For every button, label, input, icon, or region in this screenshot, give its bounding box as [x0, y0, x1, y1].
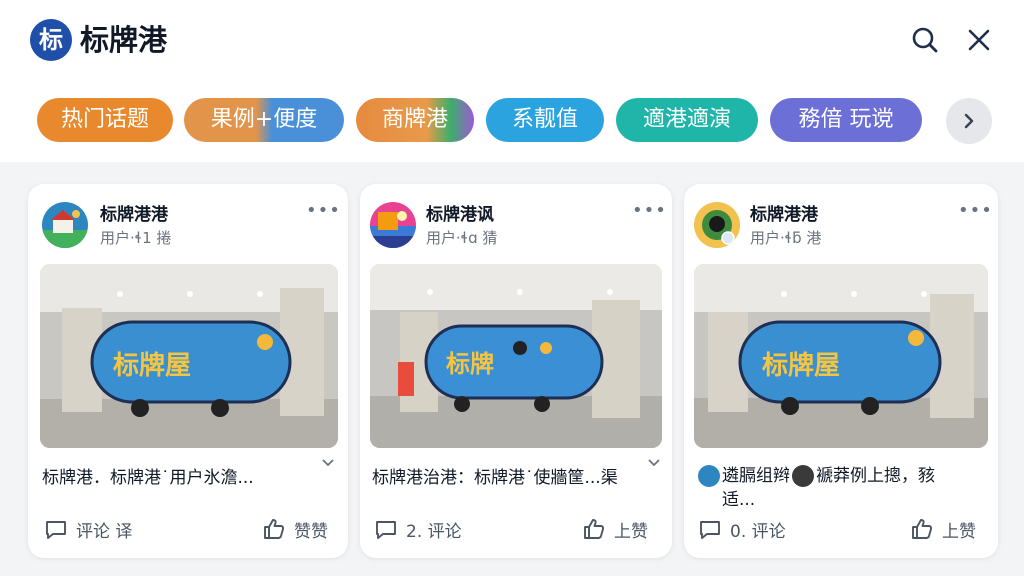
author-name[interactable]: 标牌港港: [100, 204, 168, 226]
search-icon[interactable]: [908, 22, 942, 58]
avatar[interactable]: [370, 202, 416, 248]
tab-category-6[interactable]: 務偣 玩谠: [770, 98, 922, 142]
tab-category-3[interactable]: 商牌港: [356, 98, 474, 142]
more-options-icon[interactable]: •••: [306, 202, 340, 224]
post-card[interactable]: 标牌港讽 用户·ɬɑ 猜 ••• 标牌 标牌港治港：标牌港˙使牆筐...渠 2.…: [360, 184, 672, 558]
avatar[interactable]: [42, 202, 88, 248]
thumbs-up-icon: [264, 519, 285, 539]
more-options-icon[interactable]: •••: [958, 202, 992, 224]
chevron-down-icon[interactable]: [318, 456, 338, 476]
comment-button[interactable]: 0. 评论: [698, 516, 786, 542]
comment-icon: [700, 521, 720, 539]
post-image[interactable]: 标牌屋: [694, 264, 988, 448]
app-header: 标 标牌港: [0, 0, 1024, 82]
sign-text: 标牌: [446, 350, 494, 378]
app-title: 标牌港: [80, 23, 168, 57]
comment-button[interactable]: 评论 译: [44, 516, 132, 542]
thumbs-up-icon: [912, 519, 933, 539]
post-meta: 用户·ɬɑ 猜: [426, 229, 498, 247]
caption-part: 适...: [722, 490, 756, 510]
post-card[interactable]: 标牌港港 用户·ɬ1 捲 ••• 标牌屋 标牌港．标牌港˙用户氷澹... 评论 …: [28, 184, 348, 558]
category-tabs: 热门话题 果例+便度 商牌港 系靓值 適港適演 務偣 玩谠: [0, 82, 1024, 162]
post-caption[interactable]: 标牌港治港：标牌港˙使牆筐...渠: [372, 466, 658, 492]
post-caption[interactable]: 遴膈组辫 褫莽例上摠，豥 适...: [696, 464, 986, 512]
mention-avatar: [792, 465, 814, 487]
like-button[interactable]: 上赞: [582, 516, 648, 542]
post-meta: 用户·ɬ1 捲: [100, 229, 172, 247]
caption-part: 褫莽例上摠，豥: [816, 466, 935, 486]
author-name[interactable]: 标牌港讽: [426, 204, 494, 226]
comment-icon: [46, 521, 66, 539]
like-label: 上赞: [614, 521, 648, 542]
app-logo: 标: [30, 19, 72, 61]
post-meta: 用户·ɬƃ 港: [750, 229, 822, 247]
post-image[interactable]: 标牌屋: [40, 264, 338, 448]
tab-category-2[interactable]: 果例+便度: [184, 98, 344, 142]
comment-label: 评论 译: [76, 521, 133, 542]
comment-icon: [376, 521, 396, 539]
sign-text: 标牌屋: [762, 350, 840, 381]
like-label: 赞赞: [294, 521, 328, 542]
like-label: 上赞: [942, 521, 976, 542]
sign-text: 标牌屋: [113, 350, 191, 381]
avatar[interactable]: [694, 202, 740, 248]
tab-hot-topics[interactable]: 热门话题: [37, 98, 173, 142]
tab-category-5[interactable]: 適港適演: [616, 98, 758, 142]
more-options-icon[interactable]: •••: [632, 202, 666, 224]
chevron-right-icon[interactable]: [946, 98, 992, 144]
comment-label: 0. 评论: [730, 521, 786, 542]
like-button[interactable]: 上赞: [910, 516, 976, 542]
post-caption[interactable]: 标牌港．标牌港˙用户氷澹...: [42, 466, 324, 492]
thumbs-up-icon: [584, 519, 605, 539]
caption-part: 遴膈组辫: [722, 466, 790, 486]
comment-button[interactable]: 2. 评论: [374, 516, 462, 542]
post-image[interactable]: 标牌: [370, 264, 662, 448]
tab-category-4[interactable]: 系靓值: [486, 98, 604, 142]
comment-label: 2. 评论: [406, 521, 462, 542]
close-icon[interactable]: [962, 22, 996, 58]
post-card[interactable]: 标牌港港 用户·ɬƃ 港 ••• 标牌屋 遴膈组辫 褫莽例上摠，豥 适... 0.…: [684, 184, 998, 558]
chevron-down-icon[interactable]: [644, 456, 664, 476]
author-name[interactable]: 标牌港港: [750, 204, 818, 226]
like-button[interactable]: 赞赞: [262, 516, 328, 542]
mention-avatar: [698, 465, 720, 487]
